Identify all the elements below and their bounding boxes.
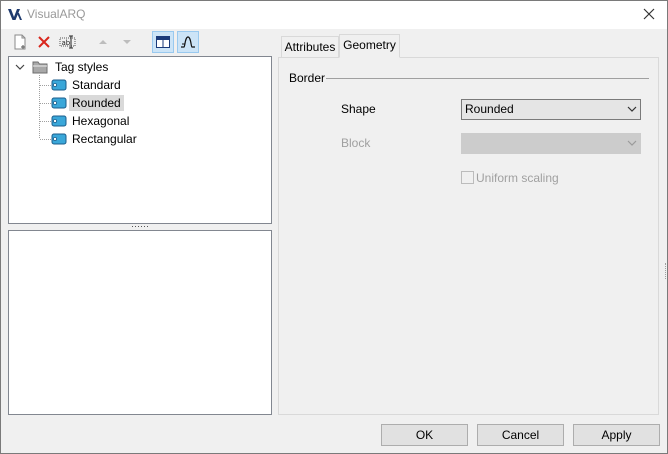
- chevron-down-icon: [627, 140, 637, 146]
- apply-button[interactable]: Apply: [573, 424, 660, 446]
- tag-style-icon: [51, 133, 67, 145]
- shape-select-value: Rounded: [465, 102, 514, 116]
- tree-root-label: Tag styles: [55, 60, 109, 74]
- preview-panel: [8, 230, 272, 415]
- ok-button[interactable]: OK: [381, 424, 468, 446]
- rename-icon: ab: [59, 35, 76, 49]
- view-split-icon: [156, 36, 170, 48]
- group-divider: [326, 78, 649, 79]
- expand-chevron-icon[interactable]: [15, 62, 25, 72]
- move-down-button[interactable]: [117, 32, 137, 52]
- view-split-button[interactable]: [152, 31, 174, 53]
- cancel-button[interactable]: Cancel: [477, 424, 564, 446]
- tag-style-icon: [51, 97, 67, 109]
- tree-item-label: Hexagonal: [72, 114, 130, 128]
- tag-style-icon: [51, 79, 67, 91]
- style-tree-panel: Tag styles Standard Rounded Hexagonal Re…: [8, 56, 272, 224]
- close-icon[interactable]: [641, 6, 657, 22]
- uniform-scaling-checkbox[interactable]: [461, 171, 474, 184]
- new-style-icon: [14, 34, 26, 50]
- new-style-button[interactable]: [10, 32, 30, 52]
- dialog-window: VisualARQ ab Tag styles Standard Rounded…: [0, 0, 668, 454]
- tab-attributes[interactable]: Attributes: [281, 36, 339, 58]
- tab-geometry[interactable]: Geometry: [339, 34, 400, 58]
- move-down-icon: [123, 40, 131, 44]
- block-label: Block: [341, 136, 371, 150]
- tag-style-icon: [51, 115, 67, 127]
- curve-icon: [181, 36, 195, 48]
- tree-item-label: Standard: [72, 78, 121, 92]
- title-bar: VisualARQ: [1, 1, 667, 29]
- tree-item-rounded[interactable]: Rounded: [51, 94, 124, 112]
- tree-item-label: Rectangular: [72, 132, 137, 146]
- svg-text:ab: ab: [62, 39, 71, 47]
- folder-icon: [32, 61, 48, 74]
- tree-item-hexagonal[interactable]: Hexagonal: [51, 112, 132, 130]
- visualarq-logo-icon: [8, 9, 22, 20]
- curve-button[interactable]: [177, 31, 199, 53]
- delete-icon: [38, 36, 50, 48]
- splitter-handle[interactable]: [131, 225, 151, 229]
- delete-button[interactable]: [34, 32, 54, 52]
- block-select[interactable]: [461, 133, 641, 154]
- tree-root[interactable]: Tag styles: [15, 58, 111, 76]
- tree-item-label: Rounded: [69, 95, 124, 111]
- tree-lines: [39, 75, 51, 140]
- move-up-icon: [99, 40, 107, 44]
- window-title: VisualARQ: [27, 7, 86, 21]
- move-up-button[interactable]: [93, 32, 113, 52]
- geometry-tab-page: Border Shape Rounded Block Uniform scali…: [278, 57, 659, 415]
- tree-item-standard[interactable]: Standard: [51, 76, 124, 94]
- chevron-down-icon: [627, 106, 637, 112]
- border-group-label: Border: [289, 71, 326, 85]
- rename-button[interactable]: ab: [58, 32, 78, 52]
- uniform-scaling-label: Uniform scaling: [476, 171, 559, 185]
- tree-item-rectangular[interactable]: Rectangular: [51, 130, 140, 148]
- shape-label: Shape: [341, 102, 376, 116]
- shape-select[interactable]: Rounded: [461, 99, 641, 120]
